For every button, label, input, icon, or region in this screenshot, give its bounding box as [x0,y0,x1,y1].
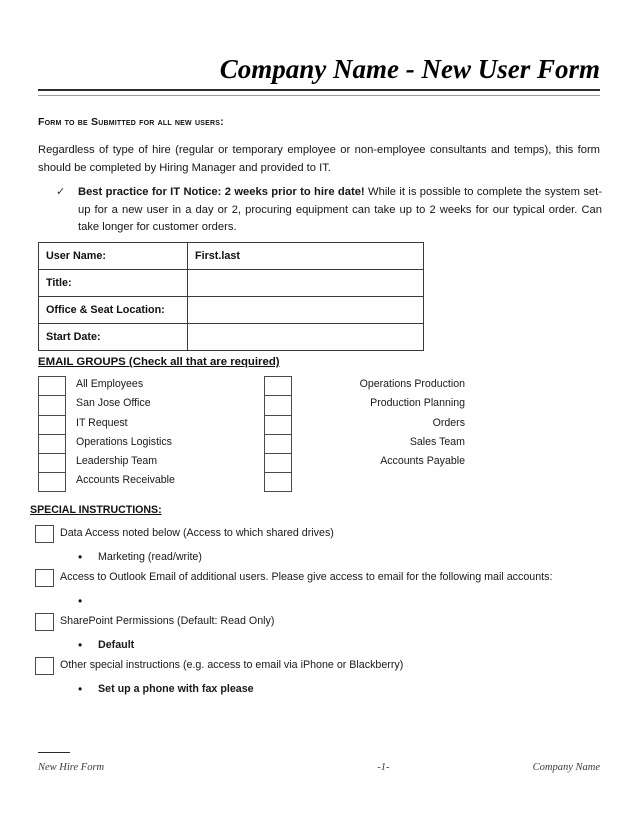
row-value-title[interactable] [187,269,424,297]
best-practice-note: ✓ Best practice for IT Notice: 2 weeks p… [56,184,602,237]
bullet-icon: • [78,550,83,564]
form-subheading: Form to be Submitted for all new users: [38,116,224,128]
checkbox-outlook-email-access[interactable] [35,569,54,587]
row-label-office-seat-location: Office & Seat Location: [38,296,188,324]
checkbox-accounts-payable[interactable] [264,453,292,473]
row-label-start-date: Start Date: [38,323,188,351]
checkbox-other-special-instructions[interactable] [35,657,54,675]
title-divider [38,89,600,96]
checkbox-leadership-team[interactable] [38,453,66,473]
best-practice-note-lead: Best practice for IT Notice: 2 weeks pri… [78,186,365,198]
special-instructions-heading: SPECIAL INSTRUCTIONS: [30,504,162,516]
checkbox-label: All Employees [76,378,144,390]
list-item: Other special instructions (e.g. access … [30,656,600,678]
row-label-title: Title: [38,269,188,297]
page-title: Company Name - New User Form [219,54,600,84]
best-practice-note-text: Best practice for IT Notice: 2 weeks pri… [78,184,602,237]
checkbox-label: Accounts Receivable [76,474,175,487]
checkbox-label: Operations Production [359,378,465,390]
sub-bullet-text: Marketing (read/write) [98,551,202,563]
footer-left-text: New Hire Form [38,762,105,773]
checkbox-label: Production Planning [370,397,465,410]
row-value-office-seat-location[interactable] [187,296,424,324]
list-item: Accounts Payable [264,453,465,473]
checkbox-label: Orders [432,416,465,429]
list-item: Data Access noted below (Access to which… [30,524,600,546]
list-item: Sales Team [264,433,465,454]
sub-bullet: • [30,591,600,612]
user-info-table-body: User Name: First.last Title: Office & Se… [38,242,424,351]
checkmark-icon: ✓ [56,186,66,198]
user-info-table: User Name: First.last Title: Office & Se… [38,242,424,351]
special-instructions-list: Data Access noted below (Access to which… [30,524,600,700]
checkbox-blank[interactable] [264,472,292,492]
bullet-icon: • [78,638,83,652]
sub-bullet: • Set up a phone with fax please [30,679,600,700]
checkbox-label: IT Request [76,416,128,429]
checkbox-operations-production[interactable] [264,376,292,396]
email-groups-left-column: All Employees San Jose Office IT Request… [38,376,248,492]
table-row: Title: [38,269,424,297]
checkbox-sharepoint-permissions[interactable] [35,613,54,631]
row-label-user-name: User Name: [38,242,188,270]
email-groups-heading: EMAIL GROUPS (Check all that are require… [38,356,280,368]
page-footer: New Hire Form -1- Company Name [38,762,600,773]
checkbox-all-employees[interactable] [38,376,66,396]
list-item: Orders [264,414,465,434]
special-instruction-label: Other special instructions (e.g. access … [60,659,404,671]
list-item: Leadership Team [38,453,248,473]
row-value-user-name[interactable]: First.last [187,242,424,270]
checkbox-operations-logistics[interactable] [38,433,66,454]
list-item: Production Planning [264,395,465,415]
checkbox-it-request[interactable] [38,414,66,434]
title-block: Company Name - New User Form [38,52,600,96]
checkbox-production-planning[interactable] [264,395,292,415]
checkbox-label: Accounts Payable [380,455,465,468]
table-row: User Name: First.last [38,242,424,270]
checkbox-accounts-receivable[interactable] [38,472,66,492]
sub-bullet: • Default [30,635,600,656]
list-item: Accounts Receivable [38,472,248,492]
list-item: Operations Production [264,376,465,396]
checkbox-label: Operations Logistics [76,435,172,448]
list-item: San Jose Office [38,395,248,415]
bullet-icon: • [78,682,83,696]
list-item [264,472,464,492]
intro-paragraph: Regardless of type of hire (regular or t… [38,144,600,174]
list-item: SharePoint Permissions (Default: Read On… [30,612,600,634]
list-item: IT Request [38,414,248,434]
list-item: Access to Outlook Email of additional us… [30,568,600,590]
email-groups-right-column: Operations Production Production Plannin… [264,376,465,492]
footer-divider [38,752,70,753]
footer-right-text: Company Name [532,762,600,773]
checkbox-san-jose-office[interactable] [38,395,66,415]
row-value-start-date[interactable] [187,323,424,351]
checkbox-label: Sales Team [409,435,465,448]
sub-bullet-text: Set up a phone with fax please [98,683,254,695]
special-instruction-label: SharePoint Permissions (Default: Read On… [60,615,275,627]
checkbox-sales-team[interactable] [264,433,292,454]
list-item: Operations Logistics [38,433,248,454]
bullet-icon: • [78,594,83,608]
document-page: Company Name - New User Form Form to be … [0,0,638,826]
table-row: Office & Seat Location: [38,296,424,324]
checkbox-orders[interactable] [264,414,292,434]
checkbox-label: San Jose Office [76,397,151,410]
special-instruction-label: Data Access noted below (Access to which… [60,527,334,539]
footer-page-number: -1- [377,762,390,773]
sub-bullet: • Marketing (read/write) [30,547,600,568]
checkbox-data-access[interactable] [35,525,54,543]
checkbox-label: Leadership Team [76,455,158,468]
sub-bullet-text: Default [98,639,135,651]
table-row: Start Date: [38,323,424,351]
list-item: All Employees [38,376,248,396]
special-instruction-label: Access to Outlook Email of additional us… [60,571,553,583]
